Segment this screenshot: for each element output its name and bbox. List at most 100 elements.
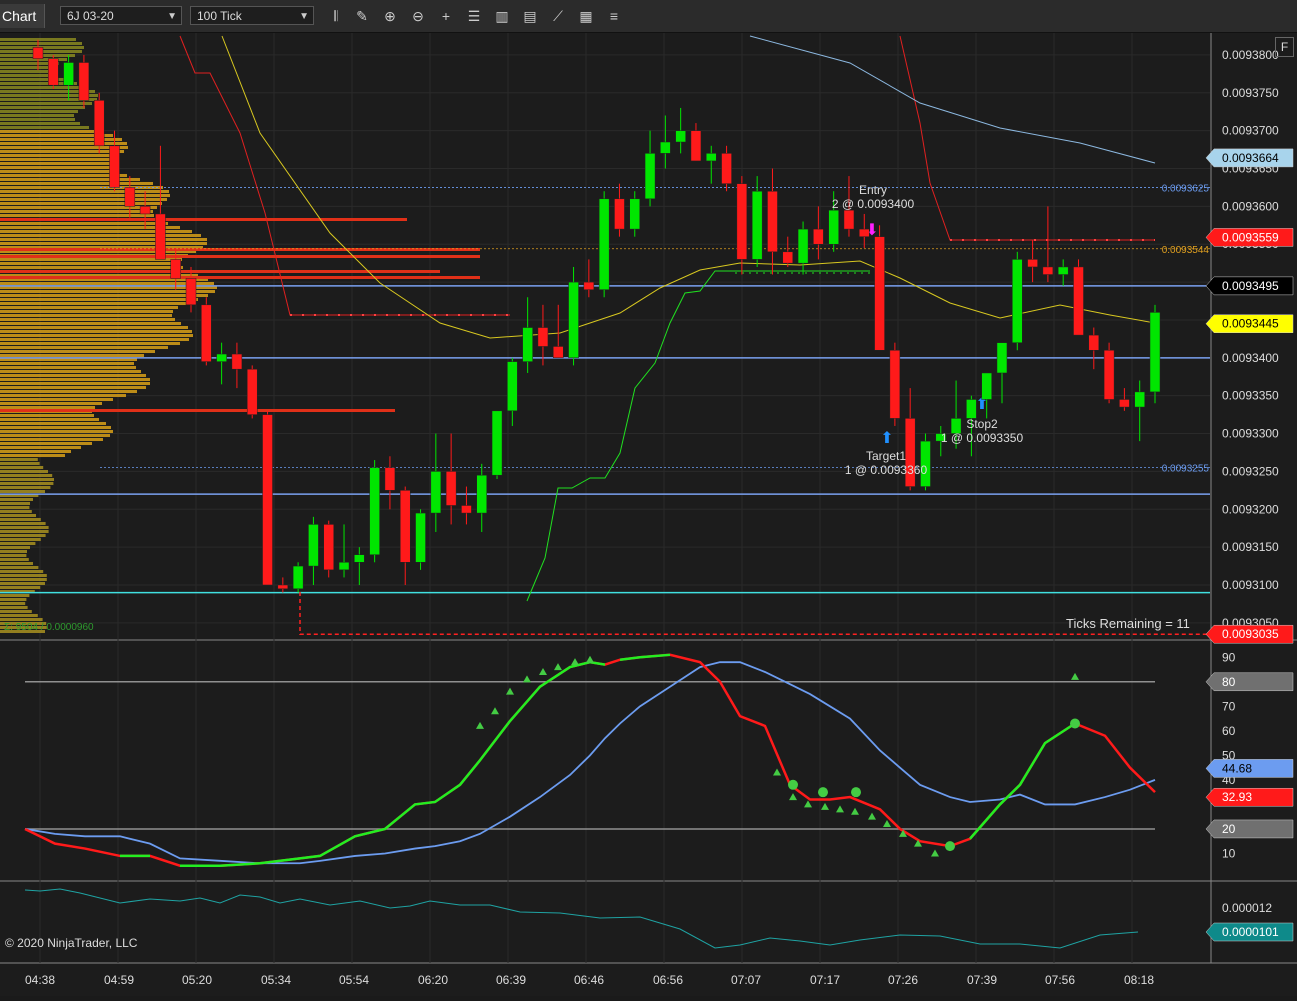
- templates-icon[interactable]: ▦: [576, 6, 596, 26]
- volume-bar: [0, 454, 65, 457]
- volume-bar: [0, 114, 74, 117]
- volume-bar: [0, 362, 134, 365]
- volume-bar: [0, 198, 167, 201]
- price-tick: 0.0093400: [1222, 351, 1279, 365]
- candle-body: [1012, 259, 1023, 343]
- candle-body: [1119, 399, 1130, 408]
- lower-tag-text: 0.0000101: [1222, 925, 1279, 939]
- candle-body: [384, 467, 396, 491]
- time-tick: 05:34: [261, 973, 291, 987]
- candle: [369, 460, 380, 563]
- volume-bar: [0, 562, 33, 565]
- volume-bar: [0, 486, 51, 489]
- properties-icon[interactable]: ☰: [464, 6, 484, 26]
- instrument-value: 6J 03-20: [67, 9, 114, 23]
- price-tag-text: 0.0093445: [1222, 317, 1279, 331]
- candle-body: [246, 368, 258, 415]
- osc-dot: [1070, 718, 1080, 729]
- osc-tick: 10: [1222, 846, 1236, 860]
- price-tag: 44.68: [1205, 759, 1294, 778]
- volume-node: [0, 255, 480, 258]
- data-series-icon[interactable]: ▥: [492, 6, 512, 26]
- volume-bar: [0, 466, 44, 469]
- candle-body: [736, 183, 748, 260]
- candle-body: [323, 524, 334, 571]
- volume-bar: [0, 378, 150, 381]
- candle-body: [583, 281, 595, 290]
- candle: [1073, 259, 1084, 336]
- candle: [246, 365, 258, 419]
- volume-bar: [0, 66, 54, 69]
- target-title: Target1: [865, 449, 907, 463]
- ticks-remaining: Ticks Remaining = 11: [1066, 616, 1190, 631]
- candle-body: [1103, 350, 1115, 400]
- volume-bar: [0, 170, 117, 173]
- lower-tag: 0.0000101: [1205, 922, 1294, 942]
- candle-body: [751, 190, 763, 260]
- candle-body: [201, 304, 212, 362]
- candle-body: [139, 206, 151, 215]
- crosshair-icon[interactable]: +: [436, 6, 456, 26]
- bar-type-icon[interactable]: 𝄃: [326, 6, 346, 26]
- volume-bar: [0, 346, 168, 349]
- volume-bar: [0, 482, 54, 485]
- candle-body: [828, 209, 839, 245]
- volume-bar: [0, 582, 45, 585]
- osc-dot: [818, 787, 828, 798]
- candle-body: [277, 584, 289, 590]
- chart-canvas[interactable]: 0.00936250.00935440.0093255 ⬇⬆⬆ 0.009380…: [0, 33, 1297, 996]
- candle: [1149, 304, 1161, 404]
- volume-bar: [0, 370, 141, 373]
- time-tick: 07:17: [810, 973, 840, 987]
- volume-bar: [0, 282, 214, 285]
- price-tag-text: 20: [1222, 822, 1236, 836]
- candle-body: [78, 62, 90, 101]
- indicators-icon[interactable]: ⟋: [548, 6, 568, 26]
- candle: [598, 191, 610, 298]
- price-tag-text: 0.0093035: [1222, 627, 1279, 641]
- volume-bar: [0, 102, 92, 105]
- osc-dot: [788, 779, 798, 790]
- order-arrow: ⬆: [880, 430, 893, 447]
- volume-bar: [0, 502, 30, 505]
- time-tick: 06:39: [496, 973, 526, 987]
- volume-bar: [0, 578, 47, 581]
- volume-bar: [0, 366, 136, 369]
- time-tick: 06:46: [574, 973, 604, 987]
- volume-bar: [0, 490, 45, 493]
- time-tick: 06:56: [653, 973, 683, 987]
- chart-tab[interactable]: Chart: [0, 4, 46, 28]
- volume-bar: [0, 402, 102, 405]
- list-icon[interactable]: ≡: [604, 6, 624, 26]
- volume-bar: [0, 390, 137, 393]
- instrument-selector[interactable]: 6J 03-20 ▼: [60, 6, 182, 25]
- volume-bar: [0, 334, 193, 337]
- volume-bar: [0, 318, 175, 321]
- time-tick: 04:38: [25, 973, 55, 987]
- candle-body: [262, 414, 273, 586]
- flag-button[interactable]: F: [1275, 37, 1294, 57]
- strategy-icon[interactable]: ▤: [520, 6, 540, 26]
- volume-bar: [0, 426, 111, 429]
- volume-bar: [0, 534, 46, 537]
- time-tick: 07:39: [967, 973, 997, 987]
- price-tick: 0.0093600: [1222, 199, 1279, 213]
- zoom-in-icon[interactable]: ⊕: [380, 6, 400, 26]
- candle-body: [981, 372, 992, 400]
- zoom-out-icon[interactable]: ⊖: [408, 6, 428, 26]
- pencil-icon[interactable]: ✎: [352, 6, 372, 26]
- candle-body: [170, 259, 181, 279]
- candle-body: [354, 554, 365, 563]
- volume-bar: [0, 554, 27, 557]
- interval-selector[interactable]: 100 Tick ▼: [190, 6, 314, 25]
- candle-body: [155, 213, 166, 260]
- volume-bar: [0, 306, 178, 309]
- candle-body: [63, 62, 74, 86]
- price-tick: 0.0093300: [1222, 427, 1279, 441]
- volume-bar: [0, 510, 32, 513]
- entry-marker: Entry 2 @ 0.0093400: [828, 183, 918, 211]
- volume-bar: [0, 294, 208, 297]
- candle: [874, 225, 885, 351]
- time-tick: 07:07: [731, 973, 761, 987]
- chart-area[interactable]: 0.0093625 0.0093544 0.0093255 ⬇ ⬆ ⬆ 0.009380…: [0, 33, 1297, 996]
